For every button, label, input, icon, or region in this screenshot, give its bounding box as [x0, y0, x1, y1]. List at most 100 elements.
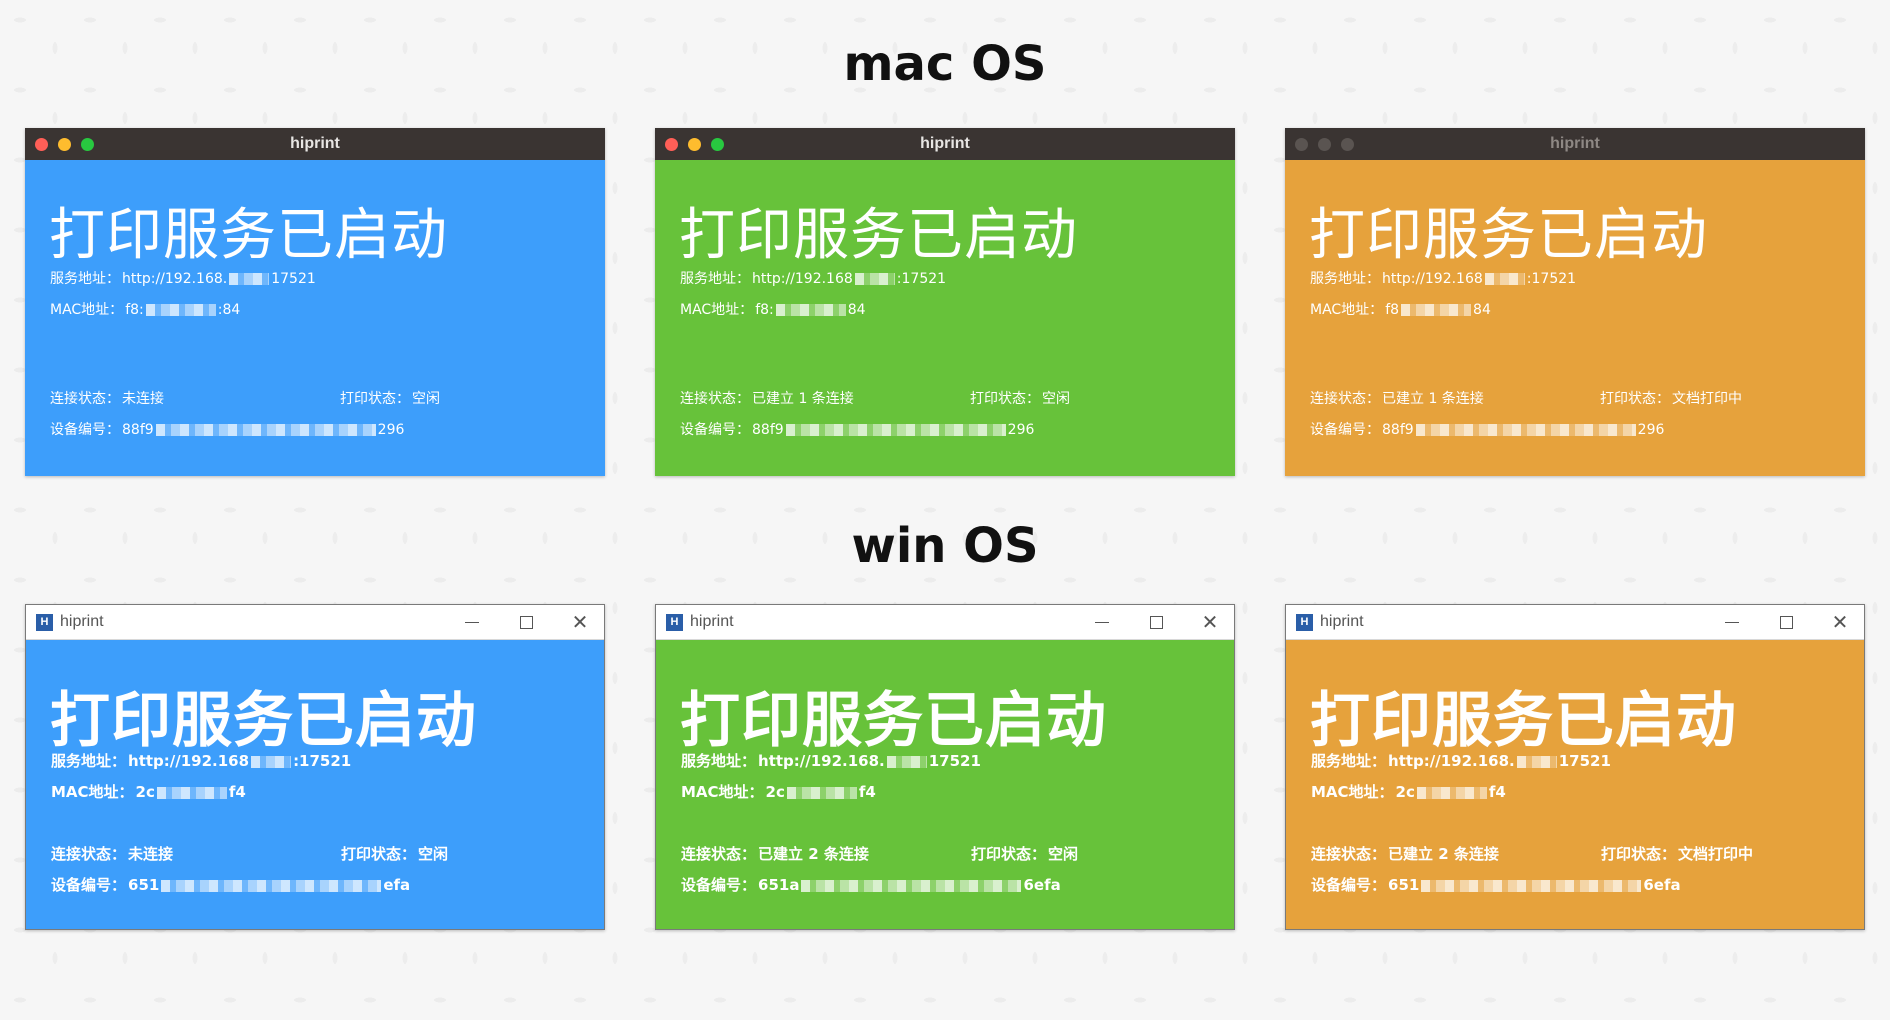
- redacted-blur: [1516, 755, 1557, 768]
- service-started-headline: 打印服务已启动: [49, 203, 448, 268]
- device-id-start: 88f9: [752, 422, 784, 438]
- mac-label: MAC地址：: [680, 302, 754, 318]
- redacted-blur: [886, 755, 927, 768]
- win-os-heading: win OS: [851, 518, 1039, 574]
- mac-titlebar[interactable]: hiprint: [25, 128, 605, 160]
- device-id-row: 设备编号： 88f9 296: [1310, 419, 1664, 439]
- mac-value-end: f4: [228, 783, 246, 801]
- close-icon[interactable]: ✕: [1188, 605, 1232, 639]
- redacted-blur: [775, 304, 846, 316]
- mac-label: MAC地址：: [1310, 302, 1384, 318]
- status-row: 连接状态： 已建立 1 条连接 打印状态： 文档打印中: [1310, 388, 1850, 408]
- device-id-row: 设备编号： 651 6efa: [1311, 874, 1681, 895]
- service-address-row: 服务地址： http://192.168:17521: [51, 750, 351, 771]
- minimize-icon[interactable]: [1710, 605, 1754, 639]
- redacted-blur: [1415, 424, 1636, 436]
- mac-label: MAC地址：: [1311, 783, 1394, 801]
- device-label: 设备编号：: [1310, 422, 1380, 438]
- maximize-icon[interactable]: [504, 605, 548, 639]
- close-icon[interactable]: ✕: [1818, 605, 1862, 639]
- redacted-blur: [251, 755, 292, 768]
- mac-value-end: 84: [847, 302, 866, 318]
- redacted-blur: [156, 786, 227, 799]
- mac-address-row: MAC地址： f8::84: [50, 299, 240, 319]
- service-started-headline: 打印服务已启动: [679, 203, 1078, 268]
- address-label: 服务地址：: [1311, 752, 1387, 770]
- device-id-row: 设备编号： 88f9 296: [50, 419, 404, 439]
- device-id-end: 296: [1007, 422, 1035, 438]
- mac-address-row: MAC地址： f8: 84: [680, 299, 866, 319]
- device-id-row: 设备编号： 651 efa: [51, 874, 410, 895]
- win-titlebar[interactable]: H hiprint ✕: [656, 605, 1234, 640]
- device-id-end: 6efa: [1643, 876, 1681, 894]
- mac-titlebar[interactable]: hiprint: [1285, 128, 1865, 160]
- address-value-end: 17521: [271, 271, 316, 287]
- maximize-icon[interactable]: [1764, 605, 1808, 639]
- device-label: 设备编号：: [680, 422, 750, 438]
- device-id-end: 296: [1637, 422, 1665, 438]
- mac-window-green: hiprint 打印服务已启动 服务地址： http://192.168:1752…: [655, 128, 1235, 476]
- device-id-start: 651: [1388, 876, 1420, 894]
- connection-status: 未连接: [122, 391, 164, 407]
- address-value-end: 17521: [928, 752, 981, 770]
- mac-value-end: :84: [217, 302, 241, 318]
- mac-value-end: f4: [1488, 783, 1506, 801]
- print-label: 打印状态：: [1601, 845, 1677, 863]
- device-id-end: 6efa: [1023, 876, 1061, 894]
- mac-window-blue: hiprint 打印服务已启动 服务地址： http://192.168. 1752…: [25, 128, 605, 476]
- connection-label: 连接状态：: [680, 391, 750, 407]
- window-title: hiprint: [60, 613, 104, 630]
- minimize-icon[interactable]: [1080, 605, 1124, 639]
- mac-value-start: f8:: [125, 302, 144, 318]
- window-title: hiprint: [1320, 613, 1364, 630]
- print-label: 打印状态：: [341, 845, 417, 863]
- win-window-orange: H hiprint ✕ 打印服务已启动 服务地址： http://192.168.…: [1285, 604, 1865, 930]
- print-label: 打印状态：: [1600, 391, 1670, 407]
- print-label: 打印状态：: [970, 391, 1040, 407]
- address-value-start: http://192.168.: [758, 752, 885, 770]
- device-id-start: 88f9: [1382, 422, 1414, 438]
- mac-value-start: 2c: [1395, 783, 1415, 801]
- mac-value-start: f8: [1385, 302, 1400, 318]
- redacted-blur: [785, 424, 1006, 436]
- print-label: 打印状态：: [971, 845, 1047, 863]
- print-status: 空闲: [1048, 845, 1079, 863]
- connection-status: 已建立 1 条连接: [1382, 391, 1484, 407]
- address-value-end: :17521: [896, 271, 947, 287]
- redacted-blur: [854, 273, 895, 285]
- hiprint-app-icon: H: [666, 614, 683, 631]
- mac-value-start: f8:: [755, 302, 774, 318]
- device-label: 设备编号：: [1311, 876, 1387, 894]
- address-value-end: :17521: [293, 752, 352, 770]
- window-title: hiprint: [1550, 135, 1600, 152]
- window-title: hiprint: [920, 135, 970, 152]
- win-window-blue: H hiprint ✕ 打印服务已启动 服务地址： http://192.168:…: [25, 604, 605, 930]
- connection-label: 连接状态：: [1310, 391, 1380, 407]
- mac-os-heading: mac OS: [843, 36, 1047, 92]
- win-titlebar[interactable]: H hiprint ✕: [26, 605, 604, 640]
- service-started-headline: 打印服务已启动: [1310, 686, 1737, 756]
- mac-address-row: MAC地址： f8 84: [1310, 299, 1491, 319]
- minimize-icon[interactable]: [450, 605, 494, 639]
- mac-window-orange: hiprint 打印服务已启动 服务地址： http://192.168:1752…: [1285, 128, 1865, 476]
- maximize-icon[interactable]: [1134, 605, 1178, 639]
- address-label: 服务地址：: [50, 271, 120, 287]
- status-panel: 打印服务已启动 服务地址： http://192.168:17521 MAC地址：…: [26, 640, 604, 929]
- service-address-row: 服务地址： http://192.168:17521: [680, 268, 946, 288]
- redacted-blur: [161, 879, 382, 892]
- device-label: 设备编号：: [681, 876, 757, 894]
- device-label: 设备编号：: [50, 422, 120, 438]
- connection-status: 未连接: [128, 845, 174, 863]
- hiprint-app-icon: H: [36, 614, 53, 631]
- connection-status: 已建立 2 条连接: [758, 845, 869, 863]
- close-icon[interactable]: ✕: [558, 605, 602, 639]
- mac-label: MAC地址：: [51, 783, 134, 801]
- win-titlebar[interactable]: H hiprint ✕: [1286, 605, 1864, 640]
- address-value-start: http://192.168: [128, 752, 250, 770]
- status-panel: 打印服务已启动 服务地址： http://192.168. 17521 MAC地址：…: [25, 160, 605, 476]
- address-value-end: :17521: [1526, 271, 1577, 287]
- connection-label: 连接状态：: [51, 845, 127, 863]
- device-id-end: 296: [377, 422, 405, 438]
- mac-titlebar[interactable]: hiprint: [655, 128, 1235, 160]
- mac-label: MAC地址：: [681, 783, 764, 801]
